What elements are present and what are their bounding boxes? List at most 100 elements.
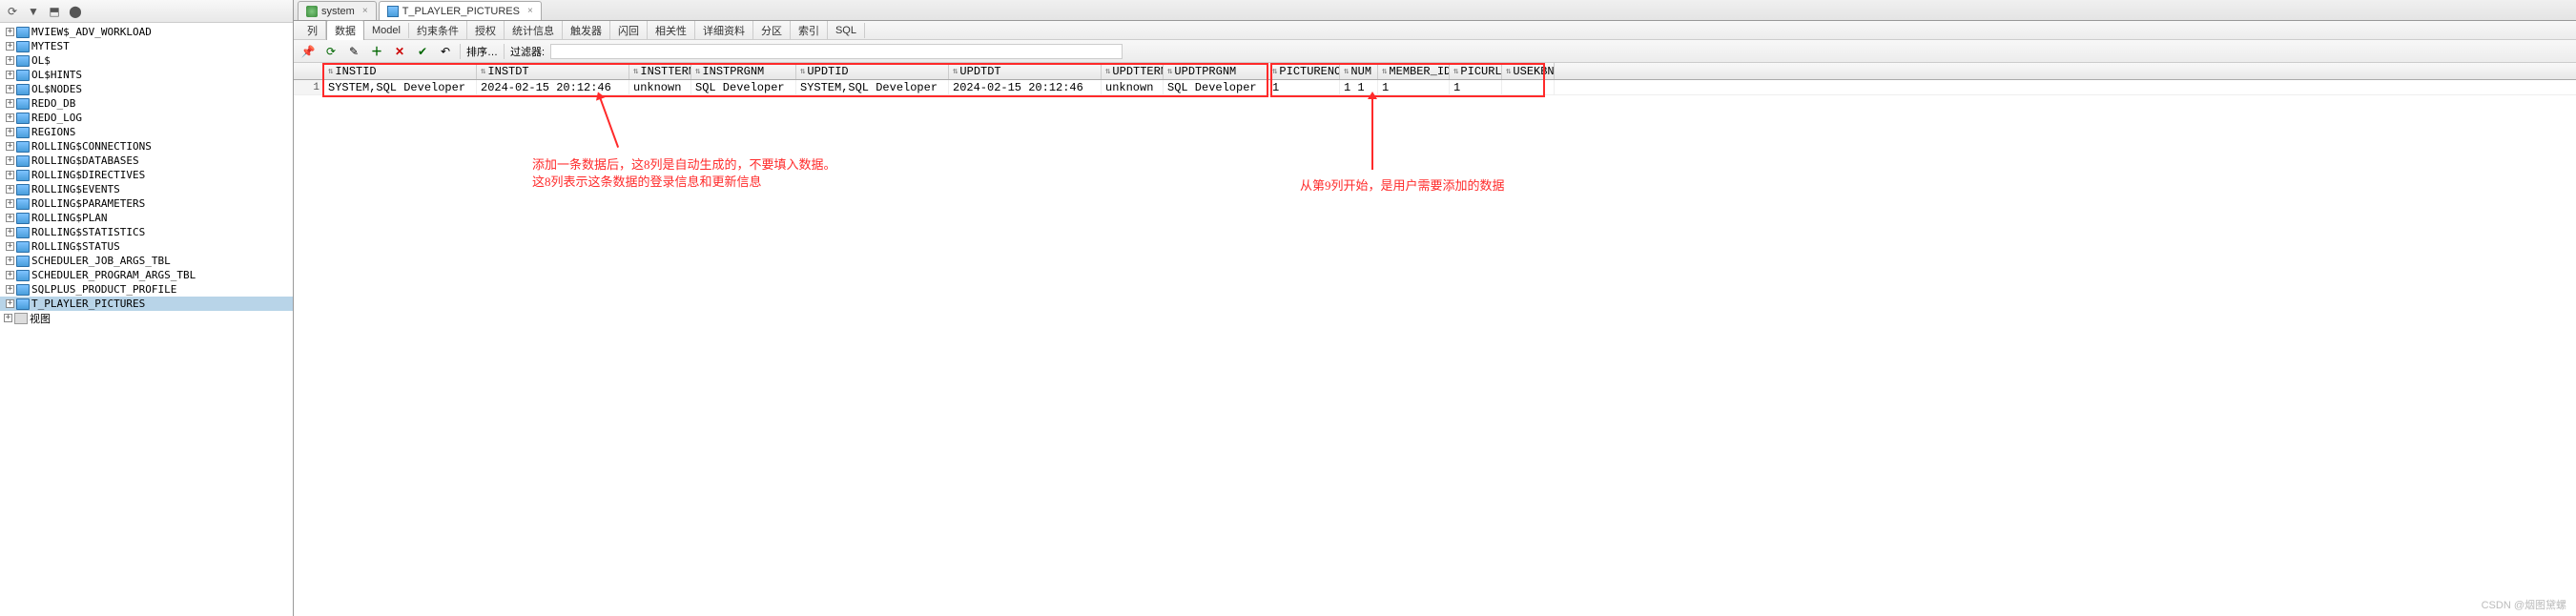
sort-icon[interactable]: ⇅ (695, 67, 700, 76)
column-header[interactable]: ⇅INSTTERM (629, 63, 691, 79)
tree-item[interactable]: +ROLLING$PLAN (0, 211, 293, 225)
expand-icon[interactable]: + (6, 142, 14, 151)
filter-icon[interactable]: ▼ (25, 3, 42, 20)
sort-icon[interactable]: ⇅ (1382, 67, 1387, 76)
column-header[interactable]: ⇅NUM (1340, 63, 1378, 79)
tree-item[interactable]: +ROLLING$EVENTS (0, 182, 293, 196)
tree-item[interactable]: +MVIEW$_ADV_WORKLOAD (0, 25, 293, 39)
expand-icon[interactable]: + (6, 113, 14, 122)
tree-item[interactable]: +SQLPLUS_PRODUCT_PROFILE (0, 282, 293, 297)
subtab[interactable]: 统计信息 (505, 21, 563, 40)
column-header[interactable]: ⇅UPDTPRGNM (1164, 63, 1268, 79)
expand-icon[interactable]: + (6, 271, 14, 279)
expand-icon[interactable]: + (6, 42, 14, 51)
sort-label[interactable]: 排序… (466, 44, 498, 59)
expand-icon[interactable]: + (6, 99, 14, 108)
expand-icon[interactable]: + (6, 85, 14, 93)
subtab[interactable]: 授权 (467, 21, 505, 40)
column-header[interactable]: ⇅UPDTTERM (1102, 63, 1164, 79)
filter-input[interactable] (550, 44, 1123, 59)
sort-icon[interactable]: ⇅ (1453, 67, 1458, 76)
refresh-data-icon[interactable]: ⟳ (322, 43, 340, 60)
column-header[interactable]: ⇅PICURL (1450, 63, 1502, 79)
subtab[interactable]: SQL (828, 23, 865, 38)
cell[interactable]: 1 (1450, 80, 1502, 94)
subtab[interactable]: 分区 (753, 21, 791, 40)
pin-icon[interactable]: 📌 (299, 43, 317, 60)
tree-item[interactable]: +ROLLING$STATISTICS (0, 225, 293, 239)
tree-item[interactable]: +MYTEST (0, 39, 293, 53)
sort-icon[interactable]: ⇅ (328, 67, 333, 76)
cell[interactable]: 1 (1268, 80, 1340, 94)
column-header[interactable]: ⇅USEKBN (1502, 63, 1555, 79)
cell[interactable]: 1 (1378, 80, 1450, 94)
column-header[interactable]: ⇅INSTDT (477, 63, 629, 79)
subtab[interactable]: 相关性 (648, 21, 695, 40)
column-header[interactable]: ⇅PICTURENO (1268, 63, 1340, 79)
subtab[interactable]: 索引 (791, 21, 828, 40)
data-grid[interactable]: ⇅INSTID⇅INSTDT⇅INSTTERM⇅INSTPRGNM⇅UPDTID… (294, 63, 2576, 616)
tree-item[interactable]: +REDO_LOG (0, 111, 293, 125)
expand-icon[interactable]: + (6, 257, 14, 265)
expand-icon[interactable]: + (6, 242, 14, 251)
tree-item[interactable]: +REDO_DB (0, 96, 293, 111)
cell[interactable]: 1 1 (1340, 80, 1378, 94)
link-icon[interactable]: ⬒ (46, 3, 63, 20)
db-icon[interactable]: ⬤ (67, 3, 84, 20)
expand-icon[interactable]: + (6, 228, 14, 236)
expand-icon[interactable]: + (6, 299, 14, 308)
subtab[interactable]: 列 (299, 21, 326, 40)
tree-item[interactable]: +ROLLING$STATUS (0, 239, 293, 254)
rollback-icon[interactable]: ↶ (437, 43, 454, 60)
column-header[interactable]: ⇅INSTPRGNM (691, 63, 796, 79)
expand-icon[interactable]: + (6, 128, 14, 136)
cell[interactable]: 2024-02-15 20:12:46 (477, 80, 629, 94)
commit-icon[interactable]: ✔ (414, 43, 431, 60)
tree-item[interactable]: +T_PLAYLER_PICTURES (0, 297, 293, 311)
cell[interactable]: unknown (629, 80, 691, 94)
tree-view-node[interactable]: +视图 (0, 311, 293, 325)
expand-icon[interactable]: + (6, 285, 14, 294)
sort-icon[interactable]: ⇅ (1167, 67, 1172, 76)
sort-icon[interactable]: ⇅ (1272, 67, 1277, 76)
sort-icon[interactable]: ⇅ (633, 67, 638, 76)
cell[interactable] (1502, 80, 1555, 94)
expand-icon[interactable]: + (6, 156, 14, 165)
cell[interactable]: unknown (1102, 80, 1164, 94)
add-row-icon[interactable]: ＋ (368, 43, 385, 60)
refresh-icon[interactable]: ⟳ (4, 3, 21, 20)
subtab[interactable]: 约束条件 (409, 21, 467, 40)
subtab[interactable]: 闪回 (610, 21, 648, 40)
expand-icon[interactable]: + (6, 71, 14, 79)
sort-icon[interactable]: ⇅ (1105, 67, 1110, 76)
expand-icon[interactable]: + (4, 314, 12, 322)
column-header[interactable]: ⇅MEMBER_ID (1378, 63, 1450, 79)
tree-item[interactable]: +SCHEDULER_PROGRAM_ARGS_TBL (0, 268, 293, 282)
cell[interactable]: SQL Developer (1164, 80, 1268, 94)
expand-icon[interactable]: + (6, 199, 14, 208)
tree-item[interactable]: +ROLLING$CONNECTIONS (0, 139, 293, 154)
cell[interactable]: SYSTEM,SQL Developer (324, 80, 477, 94)
subtab[interactable]: 数据 (326, 20, 364, 41)
editor-tab[interactable]: T_PLAYLER_PICTURES× (379, 1, 542, 20)
expand-icon[interactable]: + (6, 214, 14, 222)
sort-icon[interactable]: ⇅ (800, 67, 805, 76)
object-tree[interactable]: +MVIEW$_ADV_WORKLOAD+MYTEST+OL$+OL$HINTS… (0, 23, 293, 616)
cell[interactable]: 2024-02-15 20:12:46 (949, 80, 1102, 94)
sort-icon[interactable]: ⇅ (481, 67, 485, 76)
expand-icon[interactable]: + (6, 171, 14, 179)
tree-item[interactable]: +OL$HINTS (0, 68, 293, 82)
tree-item[interactable]: +ROLLING$DATABASES (0, 154, 293, 168)
cell[interactable]: SYSTEM,SQL Developer (796, 80, 949, 94)
subtab[interactable]: 详细资料 (695, 21, 753, 40)
subtab[interactable]: 触发器 (563, 21, 610, 40)
tree-item[interactable]: +ROLLING$PARAMETERS (0, 196, 293, 211)
editor-tab[interactable]: system× (298, 1, 377, 20)
delete-row-icon[interactable]: ✕ (391, 43, 408, 60)
column-header[interactable]: ⇅UPDTDT (949, 63, 1102, 79)
tree-item[interactable]: +ROLLING$DIRECTIVES (0, 168, 293, 182)
column-header[interactable]: ⇅INSTID (324, 63, 477, 79)
cell[interactable]: SQL Developer (691, 80, 796, 94)
subtab[interactable]: Model (364, 23, 409, 38)
expand-icon[interactable]: + (6, 56, 14, 65)
